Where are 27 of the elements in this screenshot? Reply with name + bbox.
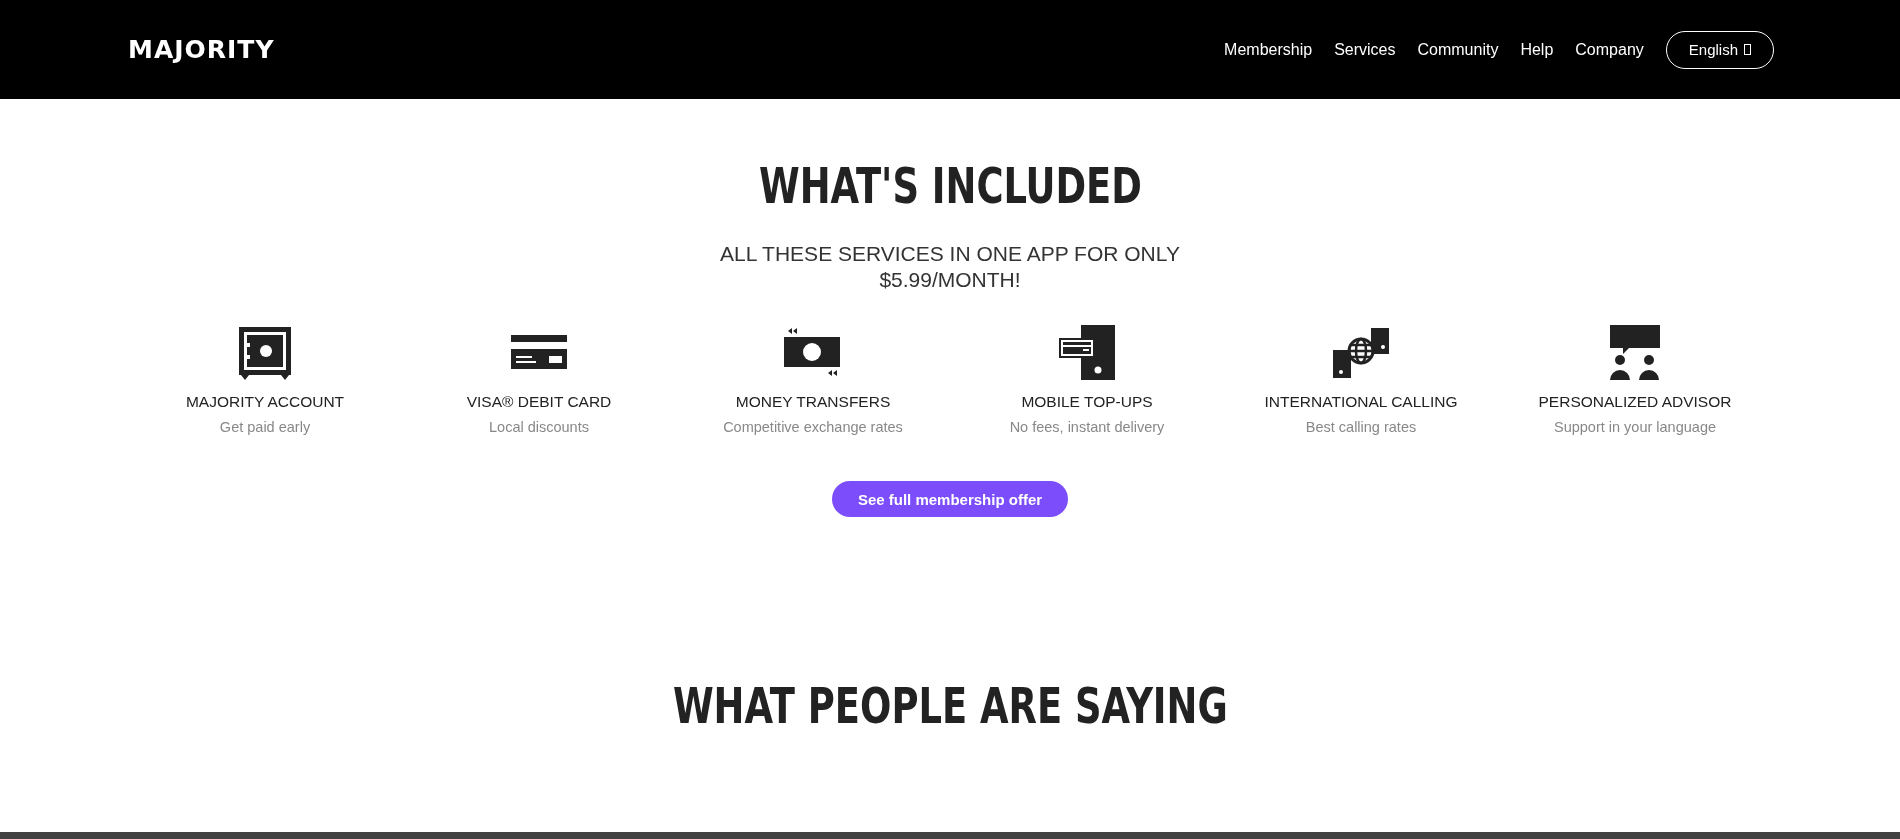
people-speech-bubble-icon	[1607, 325, 1663, 381]
feature-description: No fees, instant delivery	[1009, 419, 1165, 435]
section-heading: WHAT'S INCLUDED	[758, 161, 1142, 211]
feature-title: MAJORITY ACCOUNT	[185, 393, 345, 411]
nav-link[interactable]: Help	[1520, 40, 1554, 59]
feature-title: MOBILE TOP-UPS	[1021, 393, 1153, 411]
logo[interactable]: MAJORITY	[128, 35, 275, 64]
box-icon	[1744, 44, 1751, 55]
phone-card-icon	[1059, 325, 1115, 381]
nav-link[interactable]: Company	[1575, 40, 1644, 59]
feature-title: VISA® DEBIT CARD	[466, 393, 612, 411]
phones-globe-icon	[1333, 325, 1389, 381]
safe-icon	[237, 325, 293, 381]
section-heading: WHAT PEOPLE ARE SAYING	[672, 681, 1228, 731]
section-subtitle: ALL THESE SERVICES IN ONE APP FOR ONLY $5.99/MONTH!	[720, 241, 1180, 293]
membership-offer-button[interactable]: See full membership offer	[831, 481, 1069, 517]
feature-title: PERSONALIZED ADVISOR	[1538, 393, 1732, 411]
feature-description: Local discounts	[489, 419, 589, 435]
nav-link[interactable]: Community	[1417, 40, 1499, 59]
feature-description: Best calling rates	[1305, 419, 1417, 435]
nav-link[interactable]: Membership	[1224, 40, 1313, 59]
feature-title: INTERNATIONAL CALLING	[1264, 393, 1458, 411]
feature-description: Support in your language	[1553, 419, 1716, 435]
feature-description: Get paid early	[219, 419, 311, 435]
feature-description: Competitive exchange rates	[723, 419, 903, 435]
feature-title: MONEY TRANSFERS	[735, 393, 891, 411]
nav-link[interactable]: Services	[1334, 40, 1396, 59]
